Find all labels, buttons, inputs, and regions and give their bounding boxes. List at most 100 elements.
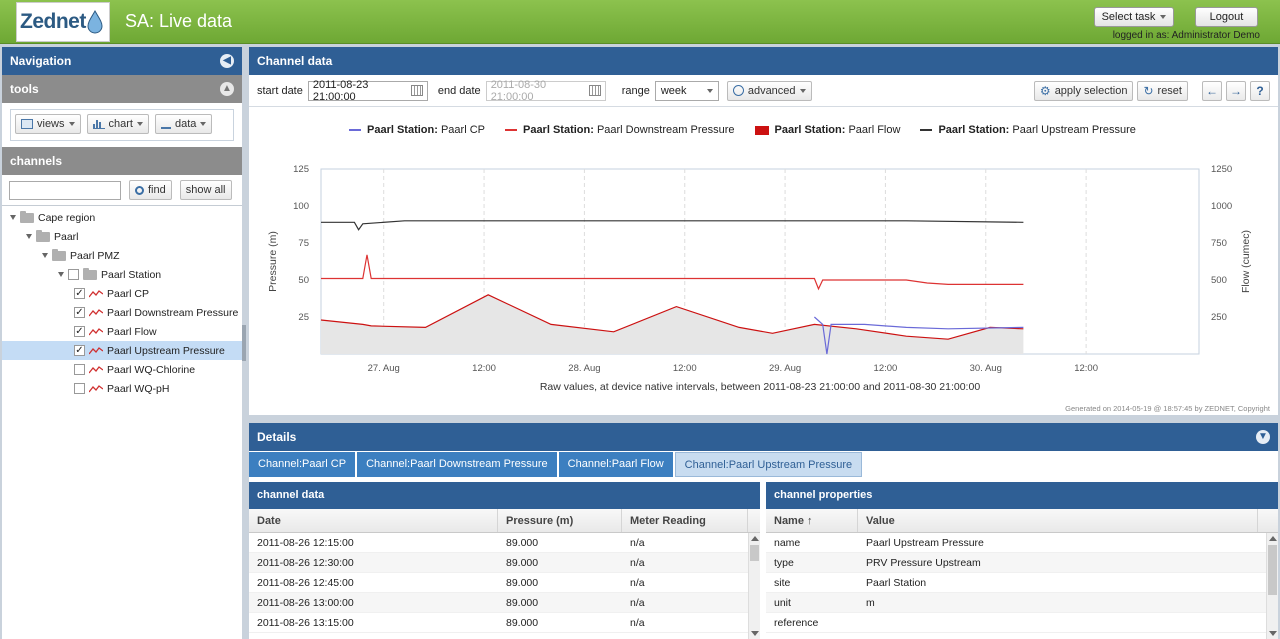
expand-icon[interactable] bbox=[26, 234, 32, 239]
table-row[interactable]: type PRV Pressure Upstream bbox=[766, 553, 1278, 573]
tree-checkbox[interactable] bbox=[68, 269, 79, 280]
details-tab[interactable]: Channel:Paarl Flow bbox=[558, 452, 673, 477]
tree-checkbox[interactable]: ✓ bbox=[74, 288, 85, 299]
select-task-button[interactable]: Select task bbox=[1094, 7, 1174, 27]
tree-item[interactable]: Paarl WQ-Chlorine bbox=[2, 360, 242, 379]
channel-properties-body: name Paarl Upstream Pressure type PRV Press… bbox=[766, 533, 1278, 633]
forward-arrow-icon[interactable]: → bbox=[1226, 81, 1246, 101]
help-icon[interactable]: ? bbox=[1250, 81, 1270, 101]
details-tab[interactable]: Channel:Paarl Downstream Pressure bbox=[357, 452, 557, 477]
table-row[interactable]: 2011-08-26 12:15:00 89.000 n/a bbox=[249, 533, 760, 553]
tree-checkbox[interactable] bbox=[74, 383, 85, 394]
tree-checkbox[interactable]: ✓ bbox=[74, 345, 85, 356]
details-tabs: Channel:Paarl CP Channel:Paarl Downstream… bbox=[249, 451, 1278, 478]
tree-checkbox[interactable]: ✓ bbox=[74, 326, 85, 337]
start-date-field[interactable]: 2011-08-23 21:00:00 bbox=[307, 78, 428, 103]
column-header[interactable]: Pressure (m) bbox=[498, 509, 622, 532]
start-date-value: 2011-08-23 21:00:00 bbox=[312, 78, 369, 103]
calendar-icon[interactable] bbox=[411, 85, 423, 96]
details-header: Details ▼ bbox=[249, 423, 1278, 451]
calendar-icon[interactable] bbox=[588, 85, 601, 96]
bar-chart-icon bbox=[92, 119, 105, 129]
channel-search-input[interactable] bbox=[9, 180, 121, 200]
show-all-button[interactable]: show all bbox=[179, 180, 232, 200]
find-button[interactable]: find bbox=[129, 180, 172, 200]
end-date-field[interactable]: 2011-08-30 21:00:00 bbox=[485, 79, 606, 103]
chevron-down-icon bbox=[136, 122, 143, 126]
details-tab[interactable]: Channel:Paarl CP bbox=[249, 452, 356, 477]
table-row[interactable]: reference bbox=[766, 613, 1278, 633]
tree-item[interactable]: ✓ Paarl Upstream Pressure bbox=[2, 341, 242, 360]
tree-checkbox[interactable] bbox=[74, 364, 85, 375]
table-cell: n/a bbox=[630, 617, 645, 629]
range-select[interactable]: week bbox=[654, 80, 719, 101]
apply-selection-button[interactable]: ⚙ apply selection bbox=[1033, 81, 1134, 101]
details-tab[interactable]: Channel:Paarl Upstream Pressure bbox=[674, 452, 863, 477]
tree-item-label: Paarl Upstream Pressure bbox=[107, 344, 225, 357]
chevron-down-icon bbox=[200, 122, 207, 126]
y-tick-label: 100 bbox=[293, 201, 309, 212]
scroll-down-icon[interactable] bbox=[751, 631, 759, 636]
tree-item[interactable]: Cape region bbox=[2, 208, 242, 227]
folder-icon bbox=[52, 248, 66, 261]
tools-box: views chart data bbox=[10, 109, 234, 141]
column-header[interactable]: Date bbox=[249, 509, 498, 532]
scroll-thumb[interactable] bbox=[1268, 545, 1277, 595]
tree-checkbox[interactable]: ✓ bbox=[74, 307, 85, 318]
column-header[interactable]: Value bbox=[858, 509, 1258, 532]
reset-label: reset bbox=[1157, 85, 1182, 97]
scroll-thumb[interactable] bbox=[750, 545, 759, 561]
table-row[interactable]: 2011-08-26 12:30:00 89.000 n/a bbox=[249, 553, 760, 573]
table-row[interactable]: 2011-08-26 13:00:00 89.000 n/a bbox=[249, 593, 760, 613]
expand-icon[interactable] bbox=[42, 253, 48, 258]
channel-data-scrollbar[interactable] bbox=[748, 533, 760, 639]
tree-item[interactable]: Paarl WQ-pH bbox=[2, 379, 242, 398]
collapse-down-icon[interactable]: ▼ bbox=[1256, 430, 1270, 444]
table-row[interactable]: name Paarl Upstream Pressure bbox=[766, 533, 1278, 553]
chart-label: chart bbox=[108, 118, 133, 130]
tree-item[interactable]: Paarl bbox=[2, 227, 242, 246]
table-row[interactable]: 2011-08-26 12:45:00 89.000 n/a bbox=[249, 573, 760, 593]
x-tick-label: 30. Aug bbox=[970, 363, 1002, 374]
table-row[interactable]: 2011-08-26 13:15:00 89.000 n/a bbox=[249, 613, 760, 633]
show-all-label: show all bbox=[185, 184, 226, 196]
chart-button[interactable]: chart bbox=[86, 114, 149, 134]
y2-tick-label: 500 bbox=[1211, 275, 1227, 286]
data-button[interactable]: data bbox=[154, 114, 213, 134]
scroll-up-icon[interactable] bbox=[1269, 536, 1277, 541]
tree-item[interactable]: ✓ Paarl Flow bbox=[2, 322, 242, 341]
collapse-left-icon[interactable]: ◀ bbox=[220, 54, 234, 68]
navigation-header: Navigation ◀ bbox=[2, 47, 242, 75]
table-row[interactable]: site Paarl Station bbox=[766, 573, 1278, 593]
tree-item[interactable]: ✓ Paarl CP bbox=[2, 284, 242, 303]
collapse-up-icon[interactable]: ▲ bbox=[220, 82, 234, 96]
table-row[interactable]: unit m bbox=[766, 593, 1278, 613]
tree-item[interactable]: Paarl PMZ bbox=[2, 246, 242, 265]
reset-button[interactable]: ↻ reset bbox=[1137, 81, 1188, 101]
properties-scrollbar[interactable] bbox=[1266, 533, 1278, 639]
scroll-down-icon[interactable] bbox=[1269, 631, 1277, 636]
views-button[interactable]: views bbox=[15, 114, 81, 134]
scroll-up-icon[interactable] bbox=[751, 536, 759, 541]
expand-icon[interactable] bbox=[10, 215, 16, 220]
tree-item[interactable]: ✓ Paarl Downstream Pressure bbox=[2, 303, 242, 322]
tools-title: tools bbox=[10, 82, 39, 96]
advanced-button[interactable]: advanced bbox=[726, 80, 812, 101]
channel-icon bbox=[89, 365, 103, 373]
tree-item[interactable]: Paarl Station bbox=[2, 265, 242, 284]
logout-button[interactable]: Logout bbox=[1195, 7, 1258, 27]
table-cell bbox=[858, 613, 1258, 632]
login-info: logged in as: Administrator Demo bbox=[1112, 30, 1260, 41]
back-arrow-icon[interactable]: ← bbox=[1202, 81, 1222, 101]
range-label: range bbox=[621, 84, 650, 97]
column-header[interactable]: Meter Reading bbox=[622, 509, 748, 532]
y-tick-label: 125 bbox=[293, 164, 309, 175]
top-bar: Zednet SA: Live data Select task Logout … bbox=[0, 0, 1280, 44]
column-header[interactable]: Name ↑ bbox=[766, 509, 858, 532]
expand-icon[interactable] bbox=[58, 272, 64, 277]
panel-splitter[interactable] bbox=[242, 325, 246, 361]
y-tick-label: 75 bbox=[298, 238, 309, 249]
tree-item-label: Cape region bbox=[38, 211, 96, 224]
toolbar-right: ⚙ apply selection ↻ reset ← → ? bbox=[1033, 81, 1270, 101]
x-tick-label: 12:00 bbox=[472, 363, 496, 374]
